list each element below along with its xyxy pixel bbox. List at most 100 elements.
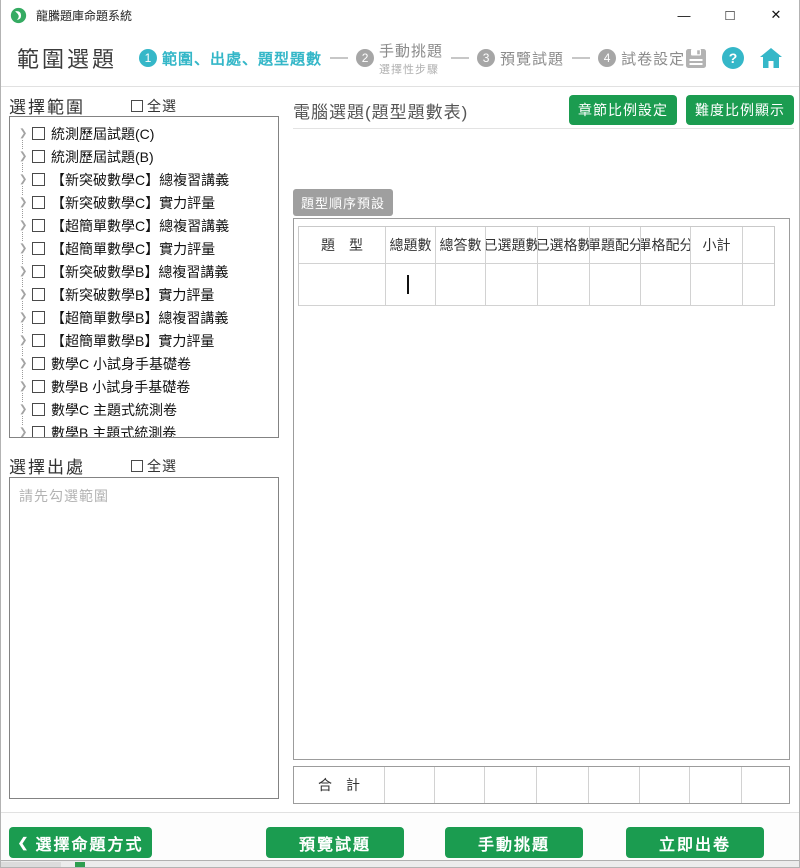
table-cell[interactable] [299, 264, 386, 306]
range-item-label: 【超簡單數學C】實力評量 [51, 239, 215, 259]
range-tree-item[interactable]: ❯ 數學B 小試身手基礎卷 [10, 375, 278, 398]
column-header: 總題數 [386, 227, 436, 264]
range-tree-item[interactable]: ❯ 【新突破數學C】實力評量 [10, 191, 278, 214]
home-icon[interactable] [759, 47, 783, 69]
range-tree-item[interactable]: ❯ 數學C 小試身手基礎卷 [10, 352, 278, 375]
total-cell [742, 767, 789, 803]
help-icon[interactable]: ? [722, 47, 744, 69]
table-cell[interactable] [386, 264, 436, 306]
range-item-checkbox[interactable] [32, 265, 45, 278]
range-item-checkbox[interactable] [32, 357, 45, 370]
minimize-button[interactable]: — [661, 0, 707, 30]
chevron-left-icon: ❮ [18, 835, 31, 851]
range-section-title: 選擇範圍 [9, 93, 85, 118]
table-cell[interactable] [486, 264, 538, 306]
range-tree-item[interactable]: ❯ 【新突破數學B】實力評量 [10, 283, 278, 306]
save-icon[interactable] [685, 48, 707, 69]
step-3-preview[interactable]: 3 預覽試題 [477, 48, 564, 69]
range-item-label: 【超簡單數學B】總複習講義 [51, 308, 228, 328]
step-2-circle: 2 [356, 49, 374, 67]
preview-questions-button[interactable]: 預覽試題 [266, 827, 404, 858]
table-cell[interactable] [691, 264, 743, 306]
step-connector [330, 57, 348, 59]
source-select-all-checkbox[interactable] [131, 460, 143, 472]
step-1-range[interactable]: 1 範圍、出處、題型題數 [139, 48, 322, 69]
maximize-button[interactable]: □ [707, 0, 753, 30]
range-item-checkbox[interactable] [32, 219, 45, 232]
range-tree-item[interactable]: ❯ 【超簡單數學B】實力評量 [10, 329, 278, 352]
app-logo-icon [10, 7, 27, 24]
range-tree: ❯ 統測歷屆試題(C) ❯ 統測歷屆試題(B) ❯ 【新突破數學C】總複習講義 … [9, 116, 279, 438]
range-item-label: 【新突破數學B】實力評量 [51, 285, 214, 305]
range-item-label: 【新突破數學C】總複習講義 [51, 170, 229, 190]
chevron-expand-icon[interactable]: ❯ [19, 266, 32, 277]
range-tree-item[interactable]: ❯ 【超簡單數學C】實力評量 [10, 237, 278, 260]
back-to-method-button[interactable]: ❮ 選擇命題方式 [9, 827, 152, 858]
chevron-expand-icon[interactable]: ❯ [19, 381, 32, 392]
chapter-ratio-button[interactable]: 章節比例設定 [569, 95, 677, 125]
range-section-header: 選擇範圍 全選 [9, 95, 279, 116]
chevron-expand-icon[interactable]: ❯ [19, 151, 32, 162]
range-item-checkbox[interactable] [32, 334, 45, 347]
step-2-manual-pick[interactable]: 2 手動挑題 選擇性步驟 [356, 40, 443, 77]
range-tree-item[interactable]: ❯ 【超簡單數學B】總複習講義 [10, 306, 278, 329]
range-item-label: 【新突破數學C】實力評量 [51, 193, 215, 213]
range-item-checkbox[interactable] [32, 242, 45, 255]
range-tree-item[interactable]: ❯ 【新突破數學B】總複習講義 [10, 260, 278, 283]
step-4-paper-settings[interactable]: 4 試卷設定 [598, 48, 685, 69]
chevron-expand-icon[interactable]: ❯ [19, 220, 32, 231]
range-tree-item[interactable]: ❯ 數學B 主題式統測卷 [10, 421, 278, 438]
range-tree-item[interactable]: ❯ 數學C 主題式統測卷 [10, 398, 278, 421]
chevron-expand-icon[interactable]: ❯ [19, 404, 32, 415]
panel-divider [293, 128, 794, 129]
table-cell[interactable] [538, 264, 590, 306]
source-placeholder: 請先勾選範圍 [19, 486, 269, 506]
close-button[interactable]: ✕ [753, 0, 799, 30]
chevron-expand-icon[interactable]: ❯ [19, 197, 32, 208]
chevron-expand-icon[interactable]: ❯ [19, 289, 32, 300]
table-cell[interactable] [590, 264, 641, 306]
table-cell[interactable] [641, 264, 691, 306]
question-type-order-preset-button[interactable]: 題型順序預設 [293, 189, 393, 216]
range-item-checkbox[interactable] [32, 403, 45, 416]
column-header: 已選格數 [538, 227, 590, 264]
difficulty-ratio-button[interactable]: 難度比例顯示 [686, 95, 794, 125]
chevron-expand-icon[interactable]: ❯ [19, 128, 32, 139]
page-title: 範圍選題 [17, 42, 117, 74]
chevron-expand-icon[interactable]: ❯ [19, 174, 32, 185]
range-item-checkbox[interactable] [32, 380, 45, 393]
range-tree-item[interactable]: ❯ 統測歷屆試題(B) [10, 145, 278, 168]
chevron-expand-icon[interactable]: ❯ [19, 427, 32, 438]
range-item-label: 數學C 小試身手基礎卷 [51, 354, 191, 374]
source-section-title: 選擇出處 [9, 453, 85, 478]
table-total-row: 合 計 [293, 766, 790, 804]
range-tree-item[interactable]: ❯ 【超簡單數學C】總複習講義 [10, 214, 278, 237]
range-select-all[interactable]: 全選 [131, 96, 177, 116]
chevron-expand-icon[interactable]: ❯ [19, 243, 32, 254]
chevron-expand-icon[interactable]: ❯ [19, 335, 32, 346]
range-item-checkbox[interactable] [32, 127, 45, 140]
range-tree-item[interactable]: ❯ 統測歷屆試題(C) [10, 122, 278, 145]
table-cell[interactable] [743, 264, 774, 306]
range-item-checkbox[interactable] [32, 288, 45, 301]
page-header: 範圍選題 1 範圍、出處、題型題數 2 手動挑題 選擇性步驟 3 預覽試題 4 [1, 30, 799, 87]
range-item-checkbox[interactable] [32, 311, 45, 324]
range-select-all-checkbox[interactable] [131, 100, 143, 112]
range-item-checkbox[interactable] [32, 173, 45, 186]
chevron-expand-icon[interactable]: ❯ [19, 312, 32, 323]
manual-pick-button[interactable]: 手動挑題 [445, 827, 583, 858]
chevron-expand-icon[interactable]: ❯ [19, 358, 32, 369]
question-type-table: 題 型總題數總答數已選題數已選格數單題配分單格配分小計 [298, 226, 775, 306]
range-item-label: 統測歷屆試題(B) [51, 147, 154, 167]
source-select-all[interactable]: 全選 [131, 456, 177, 476]
range-item-checkbox[interactable] [32, 150, 45, 163]
range-item-checkbox[interactable] [32, 196, 45, 209]
question-type-table-container: 題 型總題數總答數已選題數已選格數單題配分單格配分小計 [293, 218, 790, 760]
table-cell[interactable] [436, 264, 486, 306]
range-tree-item[interactable]: ❯ 【新突破數學C】總複習講義 [10, 168, 278, 191]
generate-paper-button[interactable]: 立即出卷 [626, 827, 764, 858]
total-cell [385, 767, 435, 803]
step-connector [572, 57, 590, 59]
table-header-row: 題 型總題數總答數已選題數已選格數單題配分單格配分小計 [299, 227, 774, 264]
range-item-checkbox[interactable] [32, 426, 45, 438]
